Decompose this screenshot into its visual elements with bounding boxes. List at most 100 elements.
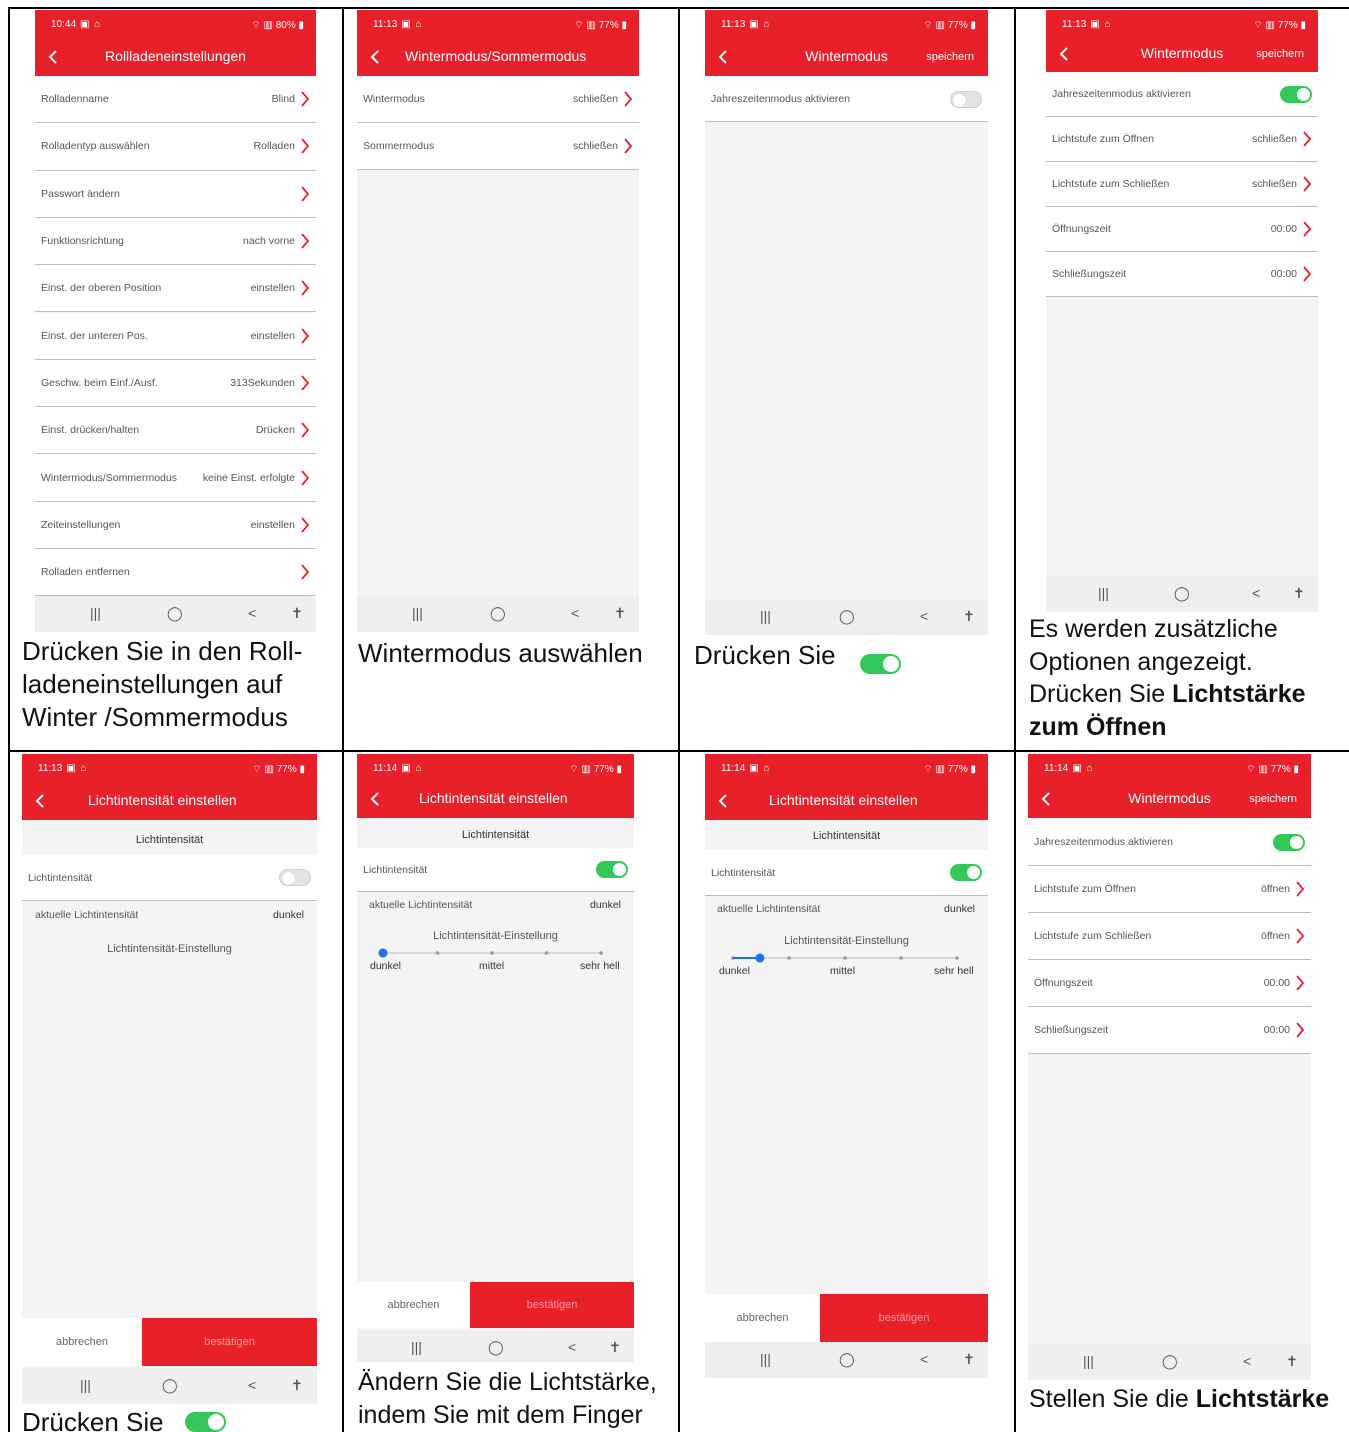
page-title: Wintermodus/Sommermodus <box>405 48 587 64</box>
confirm-button[interactable]: bestätigen <box>142 1318 317 1366</box>
back-icon[interactable] <box>32 793 48 809</box>
accessibility-icon[interactable]: ✝ <box>609 1339 621 1356</box>
accessibility-icon[interactable]: ✝ <box>963 1351 975 1368</box>
nav-back-icon[interactable]: < <box>920 1351 928 1367</box>
light-setting-label: Lichtintensität-Einstellung <box>107 943 232 955</box>
status-bar: 11:14 ▣ ⌂ ⌔ ▥ 77% ▮ <box>1028 754 1311 782</box>
current-light-label: aktuelle Lichtintensität <box>35 909 139 921</box>
settings-row[interactable]: Jahreszeitenmodus aktivieren <box>1028 819 1311 866</box>
save-button[interactable]: speichern <box>926 51 974 63</box>
accessibility-icon[interactable]: ✝ <box>291 605 303 622</box>
accessibility-icon[interactable]: ✝ <box>291 1377 303 1394</box>
nav-back-icon[interactable]: < <box>1243 1353 1251 1369</box>
table-border-col1 <box>342 7 344 1432</box>
save-button[interactable]: speichern <box>1256 48 1304 60</box>
chevron-right-icon <box>624 91 633 107</box>
settings-row[interactable]: Öffnungszeit 00:00 <box>1046 207 1318 252</box>
chevron-right-icon <box>301 422 310 438</box>
accessibility-icon[interactable]: ✝ <box>614 605 626 622</box>
home-icon[interactable]: ◯ <box>839 608 855 625</box>
chevron-right-icon <box>301 280 310 296</box>
settings-row[interactable]: Lichtstufe zum Schließen schließen <box>1046 162 1318 207</box>
season-mode-toggle[interactable] <box>950 91 982 108</box>
home-icon[interactable]: ◯ <box>1174 585 1190 602</box>
home-icon[interactable]: ◯ <box>839 1351 855 1368</box>
settings-row[interactable]: Passwort ändern <box>35 170 316 218</box>
recent-apps-icon[interactable]: ||| <box>1083 1353 1094 1369</box>
season-mode-toggle[interactable] <box>1280 86 1312 103</box>
light-toggle-row[interactable]: Lichtintensität <box>705 850 988 896</box>
accessibility-icon[interactable]: ✝ <box>963 608 975 625</box>
accessibility-icon[interactable]: ✝ <box>1293 585 1305 602</box>
settings-row[interactable]: Wintermodus/Sommermodus keine Einst. erfo… <box>35 454 316 502</box>
nav-back-icon[interactable]: < <box>568 1339 576 1355</box>
settings-row[interactable]: Schließungszeit 00:00 <box>1028 1007 1311 1054</box>
recent-apps-icon[interactable]: ||| <box>80 1377 91 1393</box>
settings-row[interactable]: Geschw. beim Einf./Ausf. 313Sekunden <box>35 359 316 408</box>
slider-tick <box>490 951 494 955</box>
caption-step2: Wintermodus auswählen <box>358 638 643 668</box>
recent-apps-icon[interactable]: ||| <box>1098 585 1109 601</box>
settings-row[interactable]: Einst. der oberen Position einstellen <box>35 265 316 313</box>
notification-icons: ▣ ⌂ <box>66 763 88 774</box>
save-button[interactable]: speichern <box>1249 793 1297 805</box>
home-icon[interactable]: ◯ <box>488 1339 504 1356</box>
settings-row[interactable]: Rolladen entfernen <box>35 549 316 597</box>
back-icon[interactable] <box>715 793 731 809</box>
chevron-right-icon <box>301 328 310 344</box>
nav-back-icon[interactable]: < <box>248 605 256 621</box>
app-bar: Rollladeneinstellungen <box>35 38 316 76</box>
settings-row-label: Lichtstufe zum Öffnen <box>1052 133 1154 145</box>
slider-tick <box>843 956 847 960</box>
back-icon[interactable] <box>367 791 383 807</box>
settings-row[interactable]: Rolladenname Blind <box>35 76 316 124</box>
settings-row[interactable]: Jahreszeitenmodus aktivieren <box>1046 72 1318 117</box>
nav-back-icon[interactable]: < <box>1252 585 1260 601</box>
light-intensity-toggle[interactable] <box>950 864 982 881</box>
light-intensity-toggle[interactable] <box>596 861 628 878</box>
settings-row[interactable]: Einst. der unteren Pos. einstellen <box>35 312 316 360</box>
recent-apps-icon[interactable]: ||| <box>411 1339 422 1355</box>
nav-back-icon[interactable]: < <box>571 605 579 621</box>
settings-row[interactable]: Schließungszeit 00:00 <box>1046 252 1318 297</box>
nav-back-icon[interactable]: < <box>248 1377 256 1393</box>
settings-row[interactable]: Öffnungszeit 00:00 <box>1028 960 1311 1007</box>
light-slider[interactable] <box>727 951 963 965</box>
accessibility-icon[interactable]: ✝ <box>1286 1353 1298 1370</box>
light-setting-label: Lichtintensität-Einstellung <box>784 935 909 947</box>
home-icon[interactable]: ◯ <box>1162 1353 1178 1370</box>
light-slider[interactable] <box>377 946 607 960</box>
home-icon[interactable]: ◯ <box>167 605 183 622</box>
recent-apps-icon[interactable]: ||| <box>90 605 101 621</box>
nav-back-icon[interactable]: < <box>920 608 928 624</box>
settings-row[interactable]: Lichtstufe zum Öffnen öffnen <box>1028 866 1311 913</box>
current-light-label: aktuelle Lichtintensität <box>717 903 821 915</box>
home-icon[interactable]: ◯ <box>162 1377 178 1394</box>
settings-row-value: 00:00 <box>1263 1024 1290 1036</box>
season-mode-toggle[interactable] <box>1273 834 1305 851</box>
settings-row[interactable]: Lichtstufe zum Öffnen schließen <box>1046 117 1318 162</box>
recent-apps-icon[interactable]: ||| <box>412 605 423 621</box>
recent-apps-icon[interactable]: ||| <box>760 1351 771 1367</box>
season-mode-row[interactable]: Jahreszeitenmodus aktivieren <box>705 76 988 122</box>
home-icon[interactable]: ◯ <box>490 605 506 622</box>
light-toggle-row[interactable]: Lichtintensität <box>357 848 634 892</box>
settings-row[interactable]: Zeiteinstellungen einstellen <box>35 501 316 549</box>
recent-apps-icon[interactable]: ||| <box>760 608 771 624</box>
settings-row[interactable]: Rolladentyp auswählen Rolladen <box>35 123 316 171</box>
cancel-button[interactable]: abbrechen <box>357 1282 470 1328</box>
settings-row[interactable]: Funktionsrichtung nach vorne <box>35 217 316 266</box>
light-toggle-row[interactable]: Lichtintensität <box>22 855 317 901</box>
settings-row[interactable]: Sommermodus schließen <box>357 123 639 170</box>
settings-row[interactable]: Wintermodus schließen <box>357 76 639 123</box>
back-icon[interactable] <box>367 49 383 65</box>
confirm-button[interactable]: bestätigen <box>470 1282 634 1328</box>
settings-row[interactable]: Einst. drücken/halten Drücken <box>35 407 316 455</box>
android-nav-bar: ||| ◯ < ✝ <box>1028 1344 1311 1380</box>
confirm-button[interactable]: bestätigen <box>820 1294 988 1342</box>
cancel-button[interactable]: abbrechen <box>22 1318 142 1366</box>
light-intensity-toggle[interactable] <box>279 869 311 886</box>
settings-row[interactable]: Lichtstufe zum Schließen öffnen <box>1028 913 1311 960</box>
app-bar: Lichtintensität einstellen <box>357 782 634 818</box>
cancel-button[interactable]: abbrechen <box>705 1294 820 1342</box>
